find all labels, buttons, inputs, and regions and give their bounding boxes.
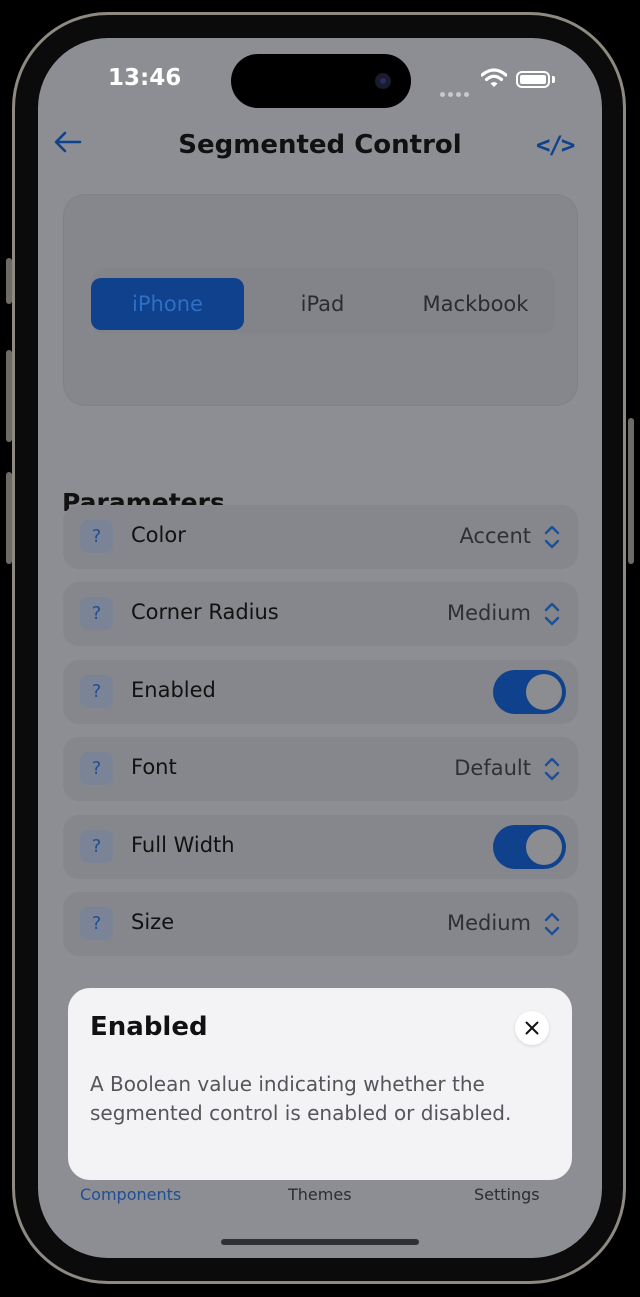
camera-icon [375,73,391,89]
help-icon[interactable]: ? [80,830,113,863]
help-icon[interactable]: ? [80,675,113,708]
battery-cap [552,76,555,83]
help-icon[interactable]: ? [80,752,113,785]
help-icon[interactable]: ? [80,520,113,553]
home-indicator[interactable] [221,1239,419,1245]
param-row-corner-radius[interactable]: ? Corner Radius Medium [63,582,578,646]
param-label: Full Width [131,833,235,857]
param-row-full-width: ? Full Width [63,815,578,879]
param-row-enabled: ? Enabled [63,660,578,724]
param-row-font[interactable]: ? Font Default [63,737,578,801]
param-label: Size [131,910,175,934]
sheet-title: Enabled [90,1012,208,1042]
toggle-knob [526,674,562,710]
param-row-color[interactable]: ? Color Accent [63,505,578,569]
param-label: Font [131,755,177,779]
help-icon[interactable]: ? [80,597,113,630]
status-time: 13:46 [108,65,182,91]
param-label: Color [131,523,186,547]
param-label: Corner Radius [131,600,279,624]
close-button[interactable] [515,1011,549,1045]
tab-settings[interactable]: Settings [474,1185,540,1204]
chevron-up-down-icon [544,757,560,781]
wifi-icon [481,68,507,87]
tab-components[interactable]: Components [80,1185,181,1204]
param-value: Medium [447,911,531,935]
close-icon [525,1021,539,1035]
chevron-up-down-icon [544,602,560,626]
chevron-up-down-icon [544,912,560,936]
enabled-toggle[interactable] [493,670,566,714]
screen: 13:46 Segmented Control </> iPhone iPad … [38,38,602,1258]
segment-ipad[interactable]: iPad [246,278,399,330]
chevron-up-down-icon [544,525,560,549]
segment-mackbook[interactable]: Mackbook [399,278,552,330]
page-title: Segmented Control [178,130,462,160]
param-value: Medium [447,601,531,625]
preview-card: iPhone iPad Mackbook [63,194,578,406]
sheet-description: A Boolean value indicating whether the s… [90,1072,512,1125]
full-width-toggle[interactable] [493,825,566,869]
segment-iphone[interactable]: iPhone [91,278,244,330]
param-label: Enabled [131,678,216,702]
battery-icon [516,71,550,88]
param-value: Default [454,756,531,780]
tab-themes[interactable]: Themes [288,1185,352,1204]
toggle-knob [526,829,562,865]
info-sheet: Enabled A Boolean value indicating wheth… [68,988,572,1180]
segmented-control: iPhone iPad Mackbook [91,268,555,334]
signal-icon [440,82,472,101]
code-brackets-icon[interactable]: </> [536,131,575,159]
param-value: Accent [459,524,531,548]
help-icon[interactable]: ? [80,907,113,940]
power-button [628,418,634,564]
param-row-size[interactable]: ? Size Medium [63,892,578,956]
